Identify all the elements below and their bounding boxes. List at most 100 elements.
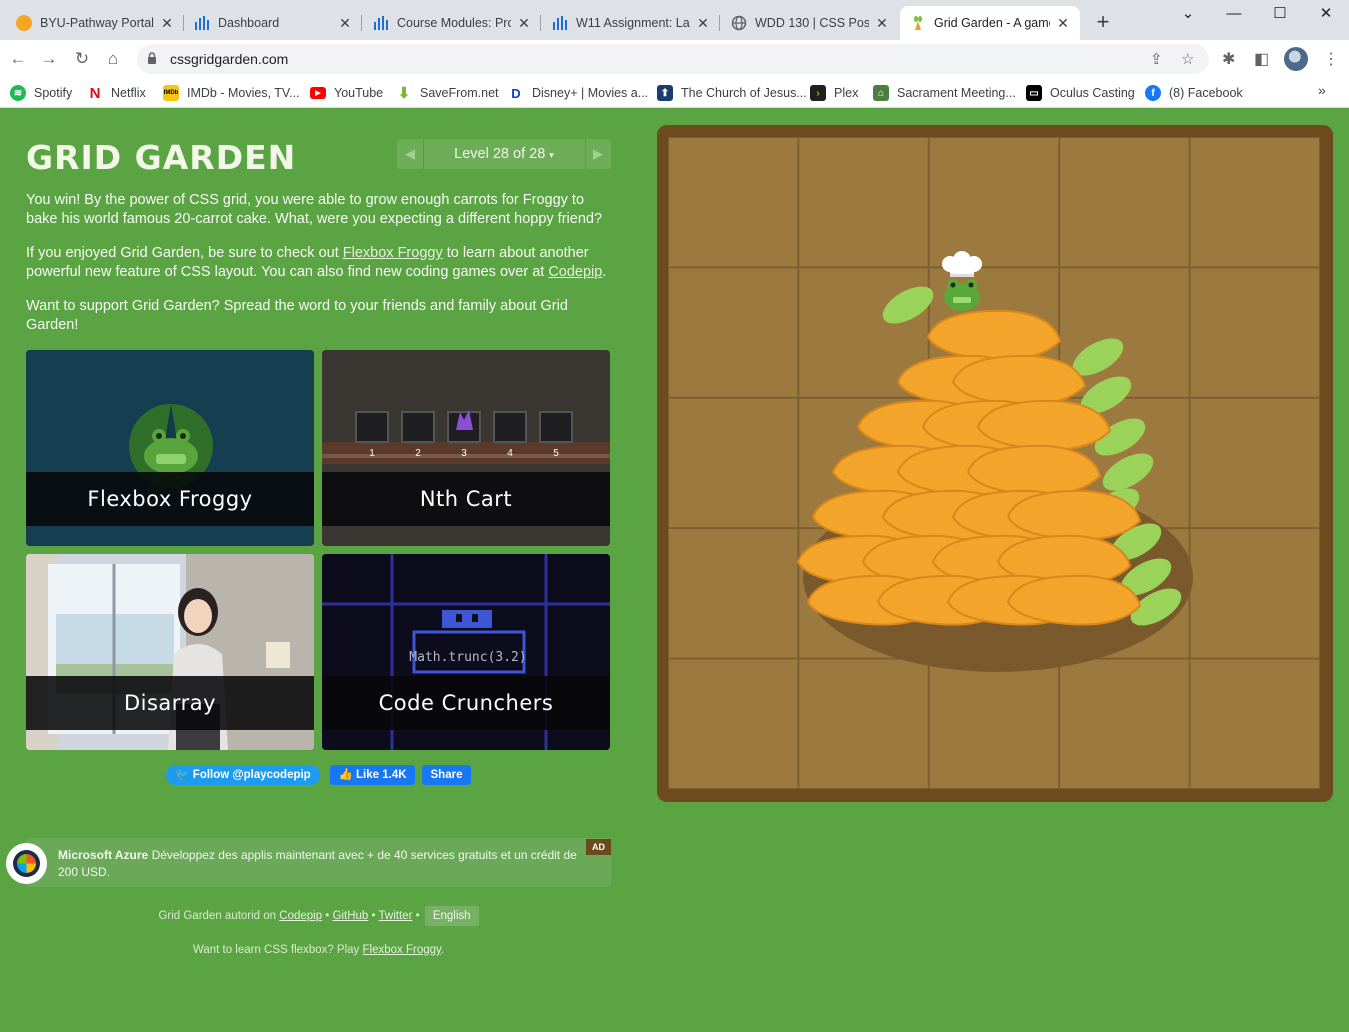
reload-button[interactable]: ↻ <box>71 48 93 70</box>
disarray-card[interactable]: Disarray <box>26 554 314 750</box>
bookmarks-bar: ≋ Spotify N Netflix IMDb IMDb - Movies, TV.… <box>0 78 1349 108</box>
twitter-follow-button[interactable]: 🐦 Follow @playcodepip <box>166 765 320 785</box>
froggy-chef <box>942 251 982 311</box>
extensions-icon[interactable]: ✱ <box>1222 49 1235 69</box>
credits-line: Grid Garden autorid on Codepip • GitHub … <box>26 905 611 927</box>
carrot-cake-illustration <box>796 251 1193 672</box>
star-icon[interactable]: ☆ <box>1181 50 1194 68</box>
bookmark-spotify[interactable]: ≋ Spotify <box>10 82 72 104</box>
globe-icon <box>731 15 747 31</box>
bookmark-oculus[interactable]: ▭ Oculus Casting <box>1026 82 1135 104</box>
bookmarks-overflow-button[interactable]: » <box>1318 82 1326 98</box>
close-icon[interactable]: ✕ <box>338 15 352 32</box>
separator: • <box>368 910 379 922</box>
carrot <box>1006 574 1142 626</box>
bookmark-plex[interactable]: › Plex <box>810 82 858 104</box>
address-bar[interactable]: cssgridgarden.com ⇪ ☆ <box>137 44 1209 74</box>
bookmark-sacrament[interactable]: ⌂ Sacrament Meeting... <box>873 82 1016 104</box>
separator: • <box>322 910 333 922</box>
separator: • <box>412 910 423 922</box>
minimize-button[interactable]: — <box>1219 4 1249 24</box>
home-button[interactable]: ⌂ <box>102 48 124 70</box>
back-button[interactable]: ← <box>7 48 29 70</box>
facebook-share-button[interactable]: Share <box>422 765 471 785</box>
bookmark-savefrom[interactable]: ⬇ SaveFrom.net <box>396 82 499 104</box>
caret-down-icon: ▾ <box>549 150 554 160</box>
carrot-icon <box>914 16 922 30</box>
follow-label: Follow @playcodepip <box>192 769 311 781</box>
canvas-bars-icon <box>374 16 388 30</box>
enjoy-message: If you enjoyed Grid Garden, be sure to c… <box>26 244 611 282</box>
code-crunchers-card[interactable]: Math.trunc(3.2) Code Crunchers <box>322 554 610 750</box>
maximize-button[interactable]: ☐ <box>1265 4 1295 24</box>
new-tab-button[interactable]: + <box>1092 10 1114 34</box>
cart-number: 3 <box>461 448 467 459</box>
carrot <box>1006 489 1142 541</box>
language-selector[interactable]: English <box>424 906 479 926</box>
promo-line: Want to learn CSS flexbox? Play Flexbox … <box>26 944 611 956</box>
codepip-link[interactable]: Codepip <box>548 264 602 280</box>
ad-brand: Microsoft Azure <box>58 848 149 862</box>
cart-number: 2 <box>415 448 421 459</box>
flexbox-froggy-link[interactable]: Flexbox Froggy <box>343 245 443 261</box>
canvas-bars-icon <box>195 16 209 30</box>
support-message: Want to support Grid Garden? Spread the … <box>26 298 568 333</box>
side-panel-icon[interactable]: ◧ <box>1254 49 1269 69</box>
level-indicator[interactable]: Level 28 of 28 ▾ <box>423 139 585 169</box>
bookmark-imdb[interactable]: IMDb IMDb - Movies, TV... <box>163 82 300 104</box>
tab-grid-garden[interactable]: Grid Garden - A game ✕ <box>900 6 1080 40</box>
facebook-like-button[interactable]: 👍 Like 1.4K <box>330 765 415 785</box>
codepip-credit-link[interactable]: Codepip <box>279 910 322 922</box>
previous-level-button[interactable]: ◀ <box>397 139 423 169</box>
twitter-link[interactable]: Twitter <box>379 910 413 922</box>
tab-dashboard[interactable]: Dashboard ✕ <box>184 6 362 40</box>
promo-flexbox-froggy-link[interactable]: Flexbox Froggy <box>363 944 441 956</box>
cart-number: 5 <box>553 448 559 459</box>
carrot <box>966 444 1102 496</box>
tab-byu-pathway[interactable]: BYU-Pathway Portal ✕ <box>6 6 184 40</box>
tab-w11-assignment[interactable]: W11 Assignment: Lay ✕ <box>542 6 720 40</box>
forward-button[interactable]: → <box>38 48 60 70</box>
close-icon[interactable]: ✕ <box>160 15 174 32</box>
bookmark-netflix[interactable]: N Netflix <box>87 82 146 104</box>
church-icon: ⬆ <box>657 85 673 101</box>
bookmark-church[interactable]: ⬆ The Church of Jesus... <box>657 82 807 104</box>
browser-toolbar: ← → ↻ ⌂ cssgridgarden.com ⇪ ☆ ✱ ◧ ⋮ <box>0 40 1349 78</box>
bookmark-facebook[interactable]: f (8) Facebook <box>1145 82 1243 104</box>
share-icon[interactable]: ⇪ <box>1150 50 1163 68</box>
bookmark-disney[interactable]: D Disney+ | Movies a... <box>508 82 648 104</box>
close-icon[interactable]: ✕ <box>517 15 531 32</box>
facebook-icon: f <box>1145 85 1161 101</box>
menu-icon[interactable]: ⋮ <box>1323 49 1339 69</box>
tab-course-modules[interactable]: Course Modules: Prog ✕ <box>363 6 541 40</box>
spotify-icon: ≋ <box>10 85 26 101</box>
cart-number: 4 <box>507 448 513 459</box>
leaf <box>882 286 934 324</box>
canvas-bars-icon <box>553 16 567 30</box>
imdb-icon: IMDb <box>163 85 179 101</box>
promo-text: Want to learn CSS flexbox? Play <box>192 944 363 956</box>
github-link[interactable]: GitHub <box>333 910 369 922</box>
enjoy-text: If you enjoyed Grid Garden, be sure to c… <box>26 245 343 261</box>
bookmark-youtube[interactable]: ▶ YouTube <box>310 82 383 104</box>
chevron-down-icon[interactable]: ⌄ <box>1173 4 1203 24</box>
profile-avatar[interactable] <box>1284 47 1308 71</box>
oculus-icon: ▭ <box>1026 85 1042 101</box>
credits-prefix: Grid Garden autorid on <box>158 910 280 922</box>
close-icon[interactable]: ✕ <box>875 15 889 32</box>
window-close-button[interactable]: ✕ <box>1311 4 1341 24</box>
tab-wdd130[interactable]: WDD 130 | CSS Positi ✕ <box>721 6 899 40</box>
flexbox-froggy-card[interactable]: Flexbox Froggy <box>26 350 314 546</box>
microsoft-squares-icon <box>17 854 36 873</box>
close-icon[interactable]: ✕ <box>696 15 710 32</box>
url-text: cssgridgarden.com <box>170 51 289 67</box>
nth-cart-card[interactable]: 1 2 3 4 5 Nth Cart <box>322 350 610 546</box>
ad-text[interactable]: Microsoft Azure Développez des applis ma… <box>58 847 578 881</box>
like-label: Like 1.4K <box>356 769 407 781</box>
close-icon[interactable]: ✕ <box>1056 15 1070 32</box>
logo-inner <box>13 850 40 877</box>
ad-badge: AD <box>586 839 611 855</box>
level-label: Level 28 of 28 <box>454 146 546 162</box>
card-title: Nth Cart <box>419 487 513 511</box>
next-level-button[interactable]: ▶ <box>585 139 611 169</box>
